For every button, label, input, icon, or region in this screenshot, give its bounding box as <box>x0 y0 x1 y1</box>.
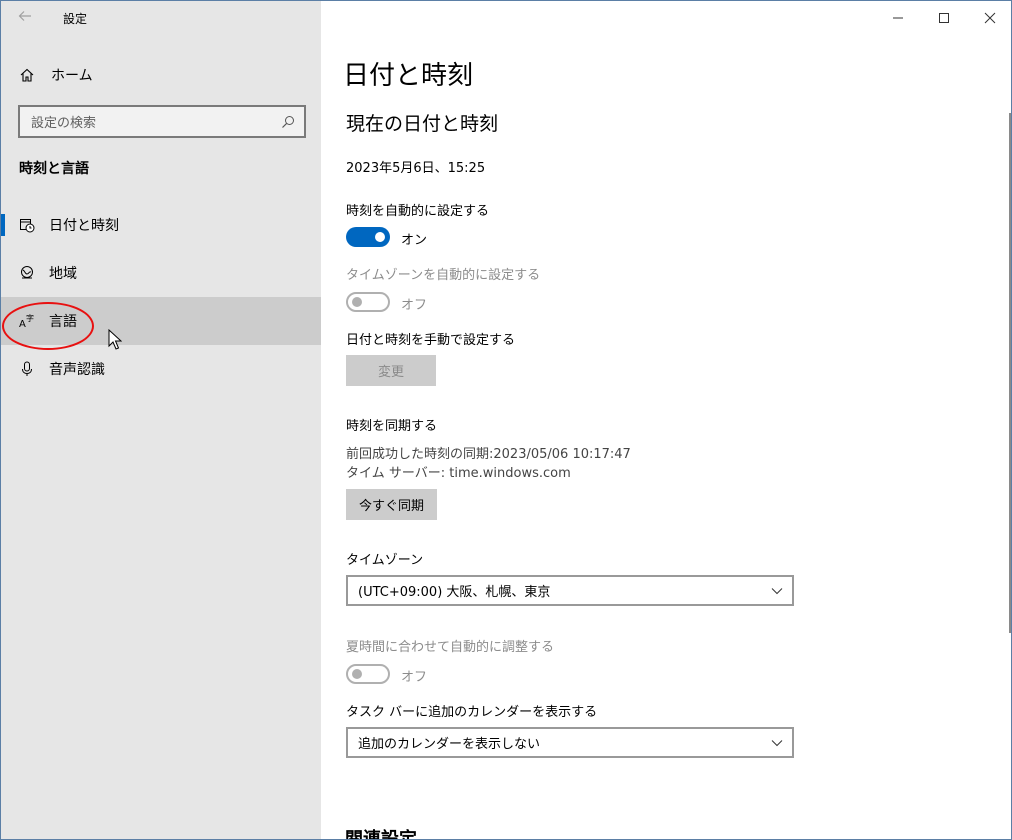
calendar-label: タスク バーに追加のカレンダーを表示する <box>346 705 598 720</box>
auto-time-label: 時刻を自動的に設定する <box>346 204 490 219</box>
sidebar-item-label: 地域 <box>49 266 77 282</box>
sidebar-item-label: 日付と時刻 <box>49 218 119 234</box>
back-arrow-icon <box>17 8 33 28</box>
dst-toggle[interactable] <box>346 664 390 684</box>
window-controls <box>875 1 1011 35</box>
settings-window: 設定 ホーム 設定の検索 時刻と言語 日付と時刻 地域 A 字 言語 音声認識 … <box>0 0 1012 840</box>
chevron-down-icon <box>770 736 784 750</box>
mouse-cursor-icon <box>108 329 122 350</box>
minimize-icon <box>893 17 903 19</box>
page-title: 日付と時刻 <box>343 61 474 91</box>
sync-title: 時刻を同期する <box>346 419 438 434</box>
search-placeholder: 設定の検索 <box>31 116 97 131</box>
change-button[interactable]: 変更 <box>346 355 436 386</box>
sidebar-item-speech[interactable]: 音声認識 <box>1 345 321 393</box>
search-input[interactable]: 設定の検索 <box>18 105 306 138</box>
annotation-circle <box>2 302 94 350</box>
date-time-icon <box>19 217 35 233</box>
related-settings-title: 関連設定 <box>345 829 417 840</box>
time-server-text: タイム サーバー: time.windows.com <box>346 466 571 481</box>
auto-time-state: オン <box>401 233 428 248</box>
timezone-select[interactable]: (UTC+09:00) 大阪、札幌、東京 <box>346 575 794 606</box>
main-content: 日付と時刻 現在の日付と時刻 2023年5月6日、15:25 時刻を自動的に設定… <box>321 1 1011 840</box>
home-label: ホーム <box>51 68 93 84</box>
auto-timezone-state: オフ <box>401 298 428 313</box>
timezone-value: (UTC+09:00) 大阪、札幌、東京 <box>358 585 551 600</box>
dst-state: オフ <box>401 670 428 685</box>
sync-now-button[interactable]: 今すぐ同期 <box>346 489 437 520</box>
back-button[interactable] <box>1 1 49 35</box>
home-link[interactable]: ホーム <box>1 57 321 93</box>
title-bar: 設定 <box>1 1 321 35</box>
auto-time-toggle[interactable] <box>346 227 390 247</box>
last-sync-text: 前回成功した時刻の同期:2023/05/06 10:17:47 <box>346 447 631 462</box>
home-icon <box>19 67 35 83</box>
auto-timezone-label: タイムゾーンを自動的に設定する <box>346 268 541 283</box>
auto-timezone-toggle[interactable] <box>346 292 390 312</box>
section-title: 時刻と言語 <box>19 161 89 177</box>
sidebar-item-label: 音声認識 <box>49 362 105 378</box>
current-datetime: 2023年5月6日、15:25 <box>346 161 486 176</box>
sidebar-nav: 日付と時刻 地域 A字 言語 音声認識 <box>1 201 321 393</box>
microphone-icon <box>19 361 35 377</box>
sidebar-item-date-time[interactable]: 日付と時刻 <box>1 201 321 249</box>
manual-datetime-label: 日付と時刻を手動で設定する <box>346 333 516 348</box>
calendar-select[interactable]: 追加のカレンダーを表示しない <box>346 727 794 758</box>
chevron-down-icon <box>770 584 784 598</box>
maximize-icon <box>939 13 949 23</box>
app-title: 設定 <box>63 11 88 26</box>
maximize-button[interactable] <box>921 1 967 35</box>
current-datetime-heading: 現在の日付と時刻 <box>346 113 499 135</box>
dst-label: 夏時間に合わせて自動的に調整する <box>346 640 555 655</box>
timezone-label: タイムゾーン <box>346 553 424 568</box>
minimize-button[interactable] <box>875 1 921 35</box>
close-button[interactable] <box>967 1 1011 35</box>
calendar-value: 追加のカレンダーを表示しない <box>358 737 541 752</box>
sidebar-item-region[interactable]: 地域 <box>1 249 321 297</box>
close-icon <box>984 12 996 24</box>
scrollbar[interactable] <box>1009 113 1011 633</box>
globe-icon <box>19 265 35 281</box>
sidebar: 設定 ホーム 設定の検索 時刻と言語 日付と時刻 地域 A 字 言語 音声認識 <box>1 1 321 839</box>
search-icon[interactable] <box>280 114 296 130</box>
